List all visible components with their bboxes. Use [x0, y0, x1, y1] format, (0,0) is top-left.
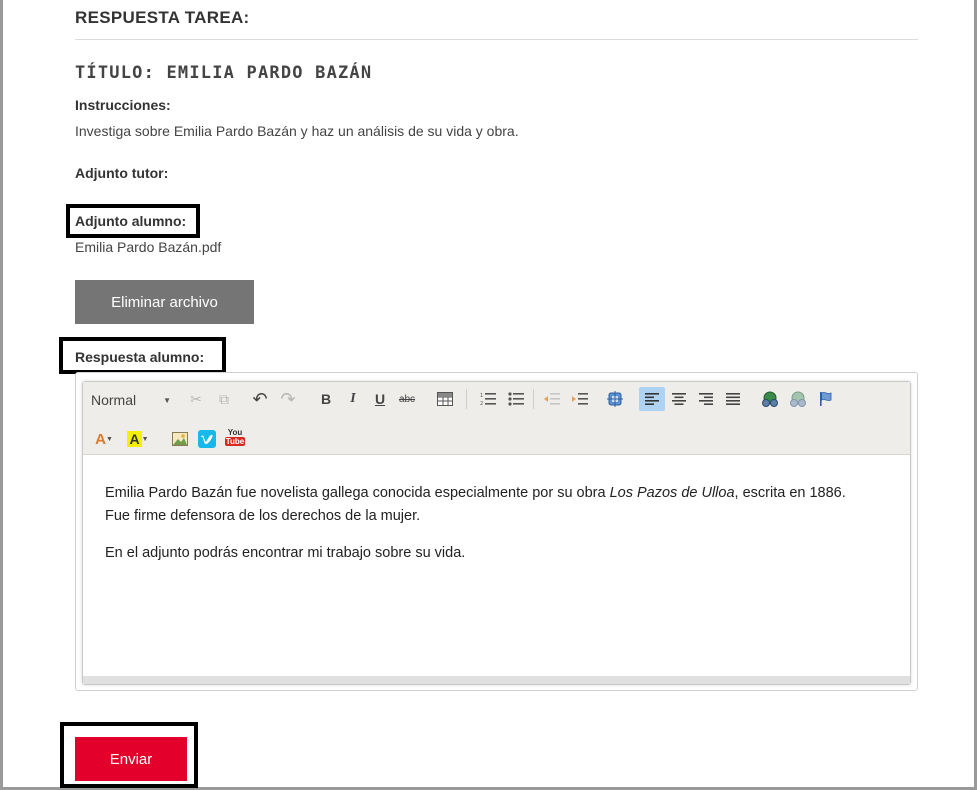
- bulleted-list-icon[interactable]: [503, 387, 529, 411]
- answer-text: Fue firme defensora de los derechos de l…: [105, 508, 421, 524]
- svg-text:2: 2: [480, 401, 483, 406]
- align-left-icon[interactable]: [639, 387, 665, 411]
- undo-icon[interactable]: ↶: [247, 387, 273, 411]
- toolbar-separator: [466, 389, 467, 409]
- background-color-icon[interactable]: A ▼: [123, 427, 153, 451]
- svg-text:1: 1: [480, 393, 483, 399]
- numbered-list-icon[interactable]: 12: [475, 387, 501, 411]
- instructions-label: Instrucciones:: [75, 97, 171, 113]
- answer-text: , escrita en 1886.: [734, 485, 846, 501]
- editor-frame: Normal ▼ ✂ ⧉ ↶ ↷ B I U abc 12 A ▼ A ▼ Yo…: [82, 381, 911, 685]
- vimeo-icon[interactable]: [194, 427, 220, 451]
- toolbar-separator: [533, 389, 534, 409]
- instructions-text: Investiga sobre Emilia Pardo Bazán y haz…: [75, 123, 519, 139]
- text-color-icon[interactable]: A ▼: [89, 427, 119, 451]
- editor-resize-bar: [83, 676, 910, 684]
- answer-paragraph-2: En el adjunto podrás encontrar mi trabaj…: [105, 545, 466, 561]
- page-heading: RESPUESTA TAREA:: [75, 8, 250, 27]
- underline-icon[interactable]: U: [367, 387, 393, 411]
- book-title: Los Pazos de Ulloa: [609, 485, 735, 501]
- strikethrough-icon[interactable]: abc: [394, 387, 420, 411]
- format-select-value: Normal: [91, 392, 137, 408]
- youtube-icon-top: You: [227, 428, 243, 437]
- format-select[interactable]: Normal ▼: [91, 388, 173, 412]
- submit-button[interactable]: Enviar: [75, 737, 187, 781]
- outdent-icon[interactable]: [539, 387, 565, 411]
- student-attachment-label: Adjunto alumno:: [75, 213, 187, 229]
- image-icon[interactable]: [167, 427, 193, 451]
- align-right-icon[interactable]: [693, 387, 719, 411]
- indent-icon[interactable]: [567, 387, 593, 411]
- youtube-icon[interactable]: You Tube: [222, 425, 248, 449]
- rich-text-editor: Normal ▼ ✂ ⧉ ↶ ↷ B I U abc 12 A ▼ A ▼ Yo…: [75, 372, 918, 691]
- divider: [75, 39, 918, 40]
- bold-icon[interactable]: B: [313, 387, 339, 411]
- copy-icon[interactable]: ⧉: [211, 387, 237, 411]
- task-title: TÍTULO: EMILIA PARDO BAZÁN: [75, 63, 373, 83]
- student-answer-label: Respuesta alumno:: [75, 349, 205, 365]
- unlink-icon[interactable]: [785, 387, 811, 411]
- table-icon[interactable]: [432, 387, 458, 411]
- justify-icon[interactable]: [720, 387, 746, 411]
- editor-content[interactable]: Emilia Pardo Bazán fue novelista gallega…: [83, 456, 910, 678]
- anchor-icon[interactable]: [813, 387, 839, 411]
- delete-file-button[interactable]: Eliminar archivo: [75, 280, 254, 324]
- answer-paragraph-1: Emilia Pardo Bazán fue novelista gallega…: [105, 482, 888, 528]
- link-icon[interactable]: [757, 387, 783, 411]
- cut-icon[interactable]: ✂: [183, 387, 209, 411]
- align-center-icon[interactable]: [666, 387, 692, 411]
- tutor-attachment-label: Adjunto tutor:: [75, 165, 169, 181]
- youtube-icon-bottom: Tube: [224, 437, 246, 446]
- italic-icon[interactable]: I: [340, 387, 366, 411]
- chevron-down-icon: ▼: [163, 395, 171, 405]
- attachment-file-link[interactable]: Emilia Pardo Bazán.pdf: [75, 239, 221, 255]
- answer-text: Emilia Pardo Bazán fue novelista gallega…: [105, 485, 610, 501]
- redo-icon[interactable]: ↷: [275, 387, 301, 411]
- source-icon[interactable]: [602, 387, 628, 411]
